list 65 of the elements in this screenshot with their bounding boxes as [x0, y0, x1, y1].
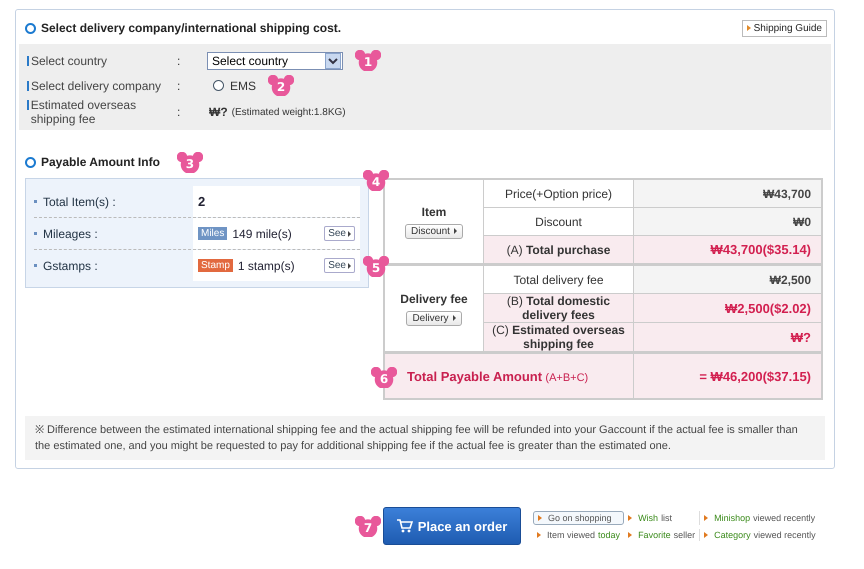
shortcut-link[interactable]: Wish list — [624, 511, 700, 525]
group-label: Item — [420, 204, 448, 218]
table-cell: = ₩46,200($37.15) — [634, 352, 822, 399]
field-label: Estimated overseas shipping fee — [27, 98, 177, 126]
field-label: Select country — [27, 54, 177, 68]
triangle-icon — [452, 315, 456, 321]
table-cell: Discount — [484, 208, 634, 236]
number-badge: 3 — [176, 152, 203, 172]
tag: Stamp — [198, 259, 233, 272]
see-button[interactable]: See — [324, 258, 355, 273]
table-cell: Total delivery fee — [484, 264, 634, 294]
place-order-button[interactable]: Place an order — [383, 507, 521, 545]
group-label: Delivery fee — [399, 292, 469, 306]
radio-button[interactable] — [213, 80, 224, 91]
number-badge: 7 — [355, 516, 381, 536]
tag: Miles — [198, 227, 228, 240]
shortcut-link[interactable]: Favorite seller — [624, 529, 700, 541]
colon: : — [177, 105, 182, 119]
group-button[interactable]: Discount — [405, 224, 463, 238]
shortcut-link[interactable]: Item viewed today — [533, 529, 624, 541]
weight-note: (Estimated weight:1.8KG) — [232, 106, 346, 118]
item-count: 2 — [198, 194, 206, 209]
section-title: Payable Amount Info — [41, 155, 160, 169]
section-title: Select delivery company/international shipping cost. — [41, 21, 342, 35]
table-cell: ₩43,700 — [634, 179, 822, 208]
shortcut-link[interactable]: Category viewed recently — [699, 529, 820, 541]
fee-value: ₩? — [209, 105, 228, 119]
shortcut-link[interactable]: Go on shopping — [533, 511, 624, 525]
info-label: Mileages : — [34, 218, 193, 249]
triangle-icon — [348, 230, 351, 236]
table-cell: Price(+Option price) — [484, 179, 634, 208]
info-value: 149 mile(s) — [232, 226, 292, 240]
number-badge: 2 — [268, 75, 294, 96]
table-cell: ₩2,500($2.02) — [634, 294, 822, 322]
table-cell: (B) Total domestic delivery fees — [484, 294, 634, 322]
number-badge: 6 — [371, 367, 397, 388]
triangle-icon — [348, 262, 351, 268]
number-badge: 4 — [363, 170, 389, 191]
colon: : — [177, 78, 182, 92]
radio-label: EMS — [230, 78, 256, 92]
chevron-down-icon — [325, 52, 341, 68]
bullet-ring-icon — [25, 156, 36, 168]
see-button[interactable]: See — [324, 226, 355, 241]
triangle-icon — [454, 228, 457, 234]
shortcut-link[interactable]: Minishop viewed recently — [699, 511, 820, 525]
table-cell: ₩43,700($35.14) — [634, 236, 822, 264]
colon: : — [177, 54, 182, 68]
group-button[interactable]: Delivery — [406, 310, 462, 326]
field-label: Select delivery company — [27, 78, 177, 92]
table-cell: (C) Estimated overseas shipping fee — [484, 322, 634, 352]
cart-icon — [396, 519, 413, 533]
info-label: Gstamps : — [34, 250, 193, 281]
country-select[interactable]: Select country — [207, 52, 343, 70]
shipping-guide-button[interactable]: Shipping Guide — [742, 20, 827, 36]
number-badge: 1 — [355, 50, 381, 71]
info-value: 1 stamp(s) — [238, 258, 295, 272]
table-cell: ₩? — [634, 322, 822, 352]
bullet-ring-icon — [25, 22, 36, 34]
info-label: Total Item(s) : — [34, 186, 193, 217]
table-cell: (A) Total purchase — [484, 236, 634, 264]
refund-note: ※ Difference between the estimated international shipping fee and the actual shipping fee will be refunded into your Gaccount if the actual fee is smaller than the estimated one, and you might be requested to pay for additional shipping fee if the actual fee is greater than the estimated one. — [25, 416, 825, 460]
number-badge: 5 — [363, 256, 389, 277]
triangle-icon — [746, 25, 751, 31]
table-cell: ₩0 — [634, 208, 822, 236]
table-cell: ₩2,500 — [634, 264, 822, 294]
